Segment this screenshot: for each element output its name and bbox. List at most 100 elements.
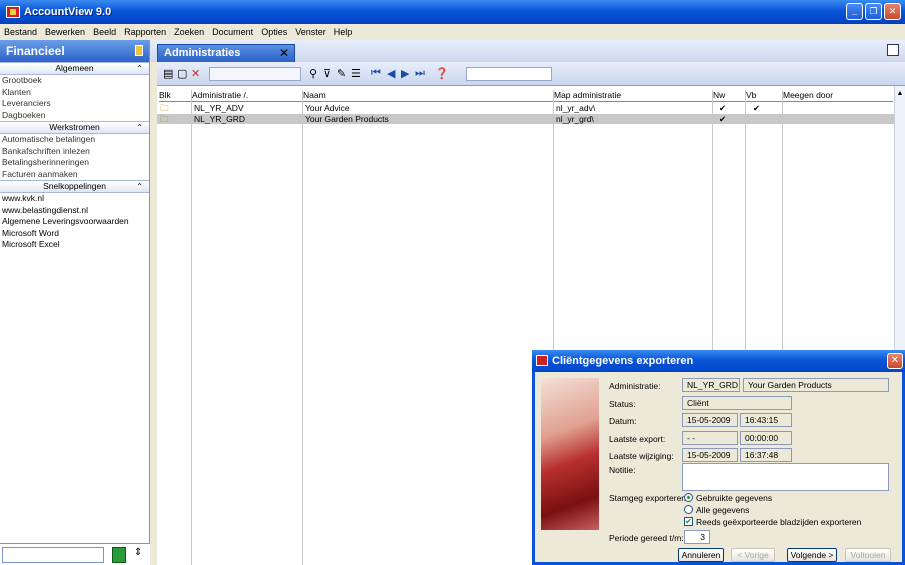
menu-opties[interactable]: Opties (261, 27, 287, 37)
cell-naam: Your Advice (305, 103, 350, 113)
minimize-button[interactable]: _ (846, 3, 863, 20)
menu-bestand[interactable]: Bestand (4, 27, 37, 37)
field-laatste-wijziging: 15-05-2009 (682, 448, 738, 462)
collapse-icon[interactable]: ⌃ (136, 181, 143, 192)
scroll-up-icon[interactable]: ▲ (895, 90, 905, 100)
menu-beeld[interactable]: Beeld (93, 27, 116, 37)
menu-bar: Bestand Bewerken Beeld Rapporten Zoeken … (0, 24, 905, 40)
label-periode: Periode gereed t/m: (609, 533, 684, 543)
collapse-icon[interactable]: ⌃ (136, 63, 143, 74)
cell-administratie: NL_YR_GRD (194, 114, 246, 124)
section-snelkoppelingen[interactable]: Snelkoppelingen ⌃ (0, 180, 149, 193)
cell-map: nl_yr_adv\ (556, 103, 596, 113)
col-nw[interactable]: Nw (713, 90, 745, 102)
properties-icon[interactable]: ▤ (163, 67, 173, 80)
module-icon[interactable] (112, 547, 126, 563)
field-status: Cliënt (682, 396, 792, 410)
label-datum: Datum: (609, 416, 637, 426)
next-record-icon[interactable]: ▶ (401, 67, 409, 80)
help-icon[interactable]: ❓ (435, 67, 449, 80)
menu-rapporten[interactable]: Rapporten (124, 27, 166, 37)
cell-map: nl_yr_grd\ (556, 114, 594, 124)
last-record-icon[interactable]: ⏭ (415, 67, 425, 80)
select-icon[interactable]: ☰ (351, 67, 361, 80)
radio-gebruikte-label[interactable]: Gebruikte gegevens (696, 493, 772, 503)
field-datum: 15-05-2009 (682, 413, 738, 427)
nav-item-betalingsherinneringen[interactable]: Betalingsherinneringen (0, 157, 149, 169)
restore-button[interactable]: ❐ (865, 3, 882, 20)
cell-naam: Your Garden Products (305, 114, 389, 124)
menu-document[interactable]: Document (212, 27, 253, 37)
label-status: Status: (609, 399, 636, 409)
nav-item-automatische-betalingen[interactable]: Automatische betalingen (0, 134, 149, 146)
field-datum-tijd: 16:43:15 (740, 413, 792, 427)
collapse-icon[interactable]: ⌃ (136, 122, 143, 133)
expand-arrows-icon[interactable]: ⇕ (134, 547, 142, 558)
toolbar: ▤ ▢ ✕ ⚲ ⊽ ✎ ☰ ⏮ ◀ ▶ ⏭ ❓ (157, 62, 905, 86)
cancel-button[interactable]: Annuleren (678, 548, 724, 562)
label-administratie: Administratie: (609, 381, 661, 391)
shortcut-kvk[interactable]: www.kvk.nl (0, 193, 149, 205)
quick-search-input[interactable] (466, 67, 552, 81)
prev-record-icon[interactable]: ◀ (387, 67, 395, 80)
col-vb[interactable]: Vb (746, 90, 782, 102)
dialog-titlebar: Cliëntgegevens exporteren ✕ (532, 350, 905, 372)
window-list-icon[interactable] (887, 44, 899, 56)
search-icon[interactable]: ⚲ (309, 67, 317, 80)
radio-alle[interactable] (684, 505, 693, 514)
panel-title: Financieel (6, 44, 65, 58)
app-icon (6, 6, 20, 18)
notitie-textarea[interactable] (682, 463, 889, 491)
field-laatste-wijziging-tijd: 16:37:48 (740, 448, 792, 462)
menu-help[interactable]: Help (334, 27, 353, 37)
radio-alle-label[interactable]: Alle gegevens (696, 505, 749, 515)
finish-button[interactable]: Voltooien (845, 548, 891, 562)
label-laatste-wijziging: Laatste wijziging: (609, 451, 674, 461)
field-administratie-code: NL_YR_GRD (682, 378, 740, 392)
menu-venster[interactable]: Venster (295, 27, 326, 37)
toolbar-combo[interactable] (209, 67, 301, 81)
nav-item-leveranciers[interactable]: Leveranciers (0, 98, 149, 110)
close-tab-icon[interactable]: ✕ (279, 45, 289, 62)
menu-zoeken[interactable]: Zoeken (174, 27, 204, 37)
next-button[interactable]: Volgende > (787, 548, 837, 562)
col-naam[interactable]: Naam (303, 90, 553, 102)
col-administratie[interactable]: Administratie /. (192, 90, 302, 102)
periode-input[interactable]: 3 (684, 530, 710, 544)
checkbox-reeds-label[interactable]: Reeds geëxporteerde bladzijden exportere… (696, 517, 861, 527)
table-row-selected[interactable]: 🗀 NL_YR_GRD Your Garden Products nl_yr_g… (157, 114, 894, 124)
folder-icon: 🗀 (160, 103, 169, 113)
edit-icon[interactable]: ✎ (337, 67, 346, 80)
col-map[interactable]: Map administratie (554, 90, 712, 102)
col-meegen[interactable]: Meegen door (783, 90, 893, 102)
app-title: AccountView 9.0 (24, 6, 112, 18)
first-record-icon[interactable]: ⏮ (371, 67, 381, 80)
nav-item-grootboek[interactable]: Grootboek (0, 75, 149, 87)
section-title: Snelkoppelingen (43, 181, 106, 191)
close-button[interactable]: ✕ (884, 3, 901, 20)
nav-item-dagboeken[interactable]: Dagboeken (0, 110, 149, 122)
pin-icon[interactable] (135, 45, 143, 56)
nav-item-bankafschriften[interactable]: Bankafschriften inlezen (0, 146, 149, 158)
col-blk[interactable]: Blk (159, 90, 191, 102)
checkbox-reeds[interactable]: ✔ (684, 517, 693, 526)
menu-bewerken[interactable]: Bewerken (45, 27, 85, 37)
shortcut-excel[interactable]: Microsoft Excel (0, 239, 149, 251)
nav-item-klanten[interactable]: Klanten (0, 87, 149, 99)
previous-button[interactable]: < Vorige (731, 548, 775, 562)
shortcut-word[interactable]: Microsoft Word (0, 228, 149, 240)
delete-icon[interactable]: ✕ (191, 67, 200, 80)
tab-strip: Administraties ✕ (150, 40, 905, 62)
section-werkstromen[interactable]: Werkstromen ⌃ (0, 121, 149, 134)
shortcut-belastingdienst[interactable]: www.belastingdienst.nl (0, 205, 149, 217)
filter-icon[interactable]: ⊽ (323, 67, 331, 80)
tab-administraties[interactable]: Administraties ✕ (157, 44, 295, 62)
nav-item-facturen[interactable]: Facturen aanmaken (0, 169, 149, 181)
section-algemeen[interactable]: Algemeen ⌃ (0, 62, 149, 75)
radio-gebruikte[interactable] (684, 493, 693, 502)
shortcut-leveringsvoorwaarden[interactable]: Algemene Leveringsvoorwaarden (0, 216, 149, 228)
new-icon[interactable]: ▢ (177, 67, 187, 80)
table-row[interactable]: 🗀 NL_YR_ADV Your Advice nl_yr_adv\ ✔ ✔ (157, 103, 894, 113)
dialog-close-button[interactable]: ✕ (887, 353, 903, 369)
tab-label: Administraties (164, 47, 241, 59)
